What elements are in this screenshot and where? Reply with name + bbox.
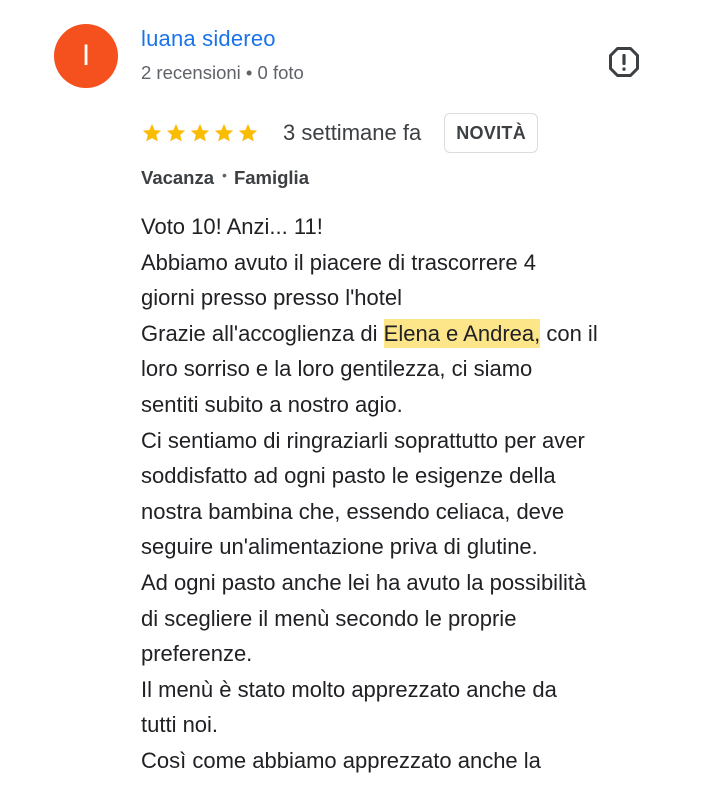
review-line: soddisfatto ad ogni pasto le esigenze de…: [141, 463, 556, 489]
reviewer-name[interactable]: luana sidereo: [141, 26, 276, 52]
review-line-with-highlight: Grazie all'accoglienza di Elena e Andrea…: [141, 316, 701, 352]
review-line: giorni presso presso l'hotel: [141, 285, 403, 311]
review-line: Ci sentiamo di ringraziarli soprattutto …: [141, 427, 585, 453]
star-icon: [142, 124, 162, 142]
review-line: tutti noi.: [141, 712, 219, 738]
new-badge: NOVITÀ: [444, 113, 538, 153]
review-date: 3 settimane fa: [283, 120, 422, 145]
review-line: di scegliere il menù secondo le proprie: [141, 605, 517, 631]
review-line: seguire un'alimentazione priva di glutin…: [141, 534, 538, 560]
star-rating: [141, 122, 259, 144]
review-text-segment: con il: [540, 320, 598, 346]
review-line: Ad ogni pasto anche lei ha avuto la poss…: [141, 569, 587, 595]
review-line: sentiti subito a nostro agio.: [141, 391, 403, 417]
reviewer-meta: 2 recensioni • 0 foto: [141, 62, 304, 83]
report-icon: [609, 47, 639, 77]
review-line: Voto 10! Anzi... 11!: [141, 214, 323, 239]
star-icon: [214, 124, 234, 142]
review-text: Voto 10! Anzi... 11! Abbiamo avuto il pi…: [141, 209, 701, 779]
star-icon: [166, 124, 186, 142]
review-line: Abbiamo avuto il piacere di trascorrere …: [141, 249, 536, 275]
star-icon: [238, 124, 258, 142]
rating-row: 3 settimane fa NOVITÀ: [141, 112, 538, 154]
review-text-segment: Grazie all'accoglienza di: [141, 320, 384, 346]
review-line: loro sorriso e la loro gentilezza, ci si…: [141, 356, 533, 382]
review-line: Così come abbiamo apprezzato anche la: [141, 747, 541, 773]
avatar-initial: I: [81, 39, 91, 72]
review-line: nostra bambina che, essendo celiaca, dev…: [141, 498, 565, 524]
review-line: preferenze.: [141, 641, 253, 667]
report-button[interactable]: [606, 44, 642, 80]
travel-group-tag: Famiglia: [233, 167, 309, 188]
separator-dot: •: [222, 167, 227, 183]
review-card: I luana sidereo 2 recensioni • 0 foto 3 …: [0, 0, 720, 800]
highlighted-names: Elena e Andrea,: [383, 318, 541, 348]
review-line: Il menù è stato molto apprezzato anche d…: [141, 676, 557, 702]
trip-tags: Vacanza • Famiglia: [141, 167, 309, 189]
avatar[interactable]: I: [54, 24, 118, 88]
star-icon: [190, 124, 210, 142]
trip-type-tag: Vacanza: [141, 167, 215, 188]
